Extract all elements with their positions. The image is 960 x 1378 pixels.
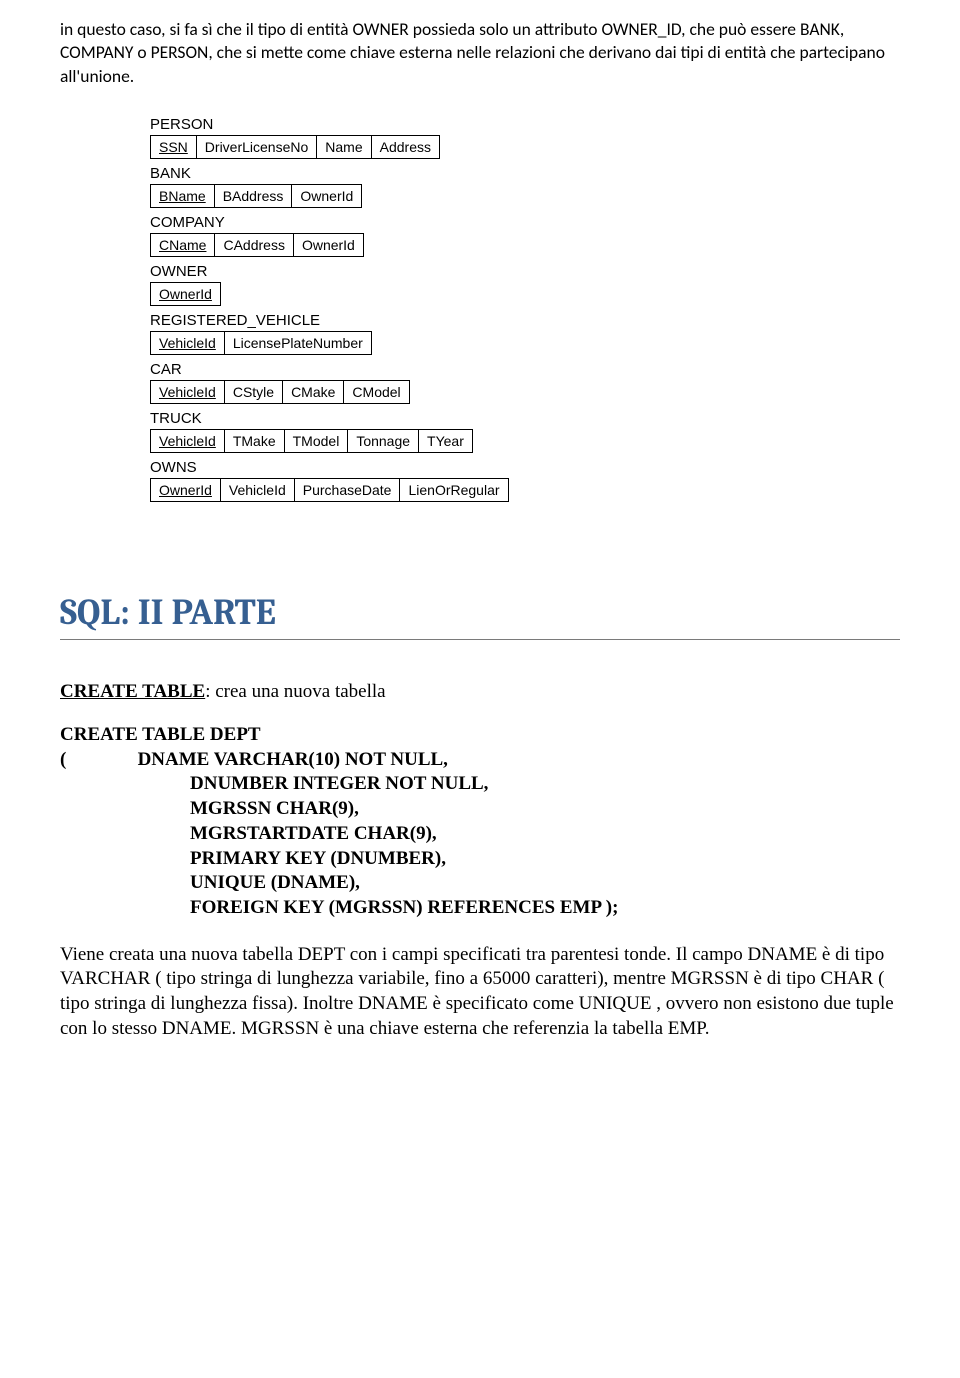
schema-column: PurchaseDate [294,478,401,502]
schema-column: LienOrRegular [399,478,508,502]
schema-table: PERSON SSNDriverLicenseNoNameAddress [150,116,900,159]
schema-column: BName [150,184,215,208]
schema-column: BAddress [214,184,293,208]
schema-column: CAddress [214,233,293,257]
create-table-line: CREATE TABLE: crea una nuova tabella [60,680,900,705]
schema-table: OWNS OwnerIdVehicleIdPurchaseDateLienOrRe… [150,459,900,502]
code-line: FOREIGN KEY (MGRSSN) REFERENCES EMP ); [60,896,900,921]
code-line: ( DNAME VARCHAR(10) NOT NULL, [60,748,900,773]
schema-column: CModel [343,380,409,404]
schema-column: CStyle [224,380,283,404]
schema-table: COMPANY CNameCAddressOwnerId [150,214,900,257]
code-line: CREATE TABLE DEPT [60,723,900,748]
schema-table-row: CNameCAddressOwnerId [150,233,900,257]
schema-column: VehicleId [150,429,225,453]
schema-column: TYear [418,429,473,453]
explanation-paragraph: Viene creata una nuova tabella DEPT con … [60,943,900,1042]
schema-table: REGISTERED_VEHICLE VehicleIdLicensePlateN… [150,312,900,355]
schema-table-row: OwnerIdVehicleIdPurchaseDateLienOrRegula… [150,478,900,502]
schema-column: VehicleId [150,380,225,404]
schema-table-row: VehicleIdLicensePlateNumber [150,331,900,355]
schema-table-name: BANK [150,165,900,182]
schema-column: LicensePlateNumber [224,331,372,355]
code-line: MGRSTARTDATE CHAR(9), [60,822,900,847]
schema-column: TMake [224,429,285,453]
create-table-desc: : crea una nuova tabella [205,681,385,702]
schema-table-name: OWNS [150,459,900,476]
schema-table-row: BNameBAddressOwnerId [150,184,900,208]
schema-column: DriverLicenseNo [196,135,317,159]
create-table-label: CREATE TABLE [60,681,205,702]
schema-table: TRUCK VehicleIdTMakeTModelTonnageTYear [150,410,900,453]
schema-table-row: VehicleIdTMakeTModelTonnageTYear [150,429,900,453]
schema-column: OwnerId [150,282,221,306]
schema-table-row: VehicleIdCStyleCMakeCModel [150,380,900,404]
schema-column: OwnerId [150,478,221,502]
section-heading: SQL: II PARTE [60,592,900,633]
code-line: MGRSSN CHAR(9), [60,797,900,822]
schema-table-name: CAR [150,361,900,378]
schema-column: Name [316,135,371,159]
schema-column: OwnerId [293,233,364,257]
schema-column: CMake [282,380,344,404]
schema-diagram: PERSONSSNDriverLicenseNoNameAddressBANKB… [150,116,900,502]
schema-table-row: OwnerId [150,282,900,306]
code-line: PRIMARY KEY (DNUMBER), [60,847,900,872]
sql-code-block: CREATE TABLE DEPT ( DNAME VARCHAR(10) NO… [60,723,900,921]
schema-column: SSN [150,135,197,159]
schema-table-name: REGISTERED_VEHICLE [150,312,900,329]
schema-table-name: OWNER [150,263,900,280]
schema-column: VehicleId [150,331,225,355]
schema-column: VehicleId [220,478,295,502]
schema-table-row: SSNDriverLicenseNoNameAddress [150,135,900,159]
schema-table: OWNER OwnerId [150,263,900,306]
schema-table-name: TRUCK [150,410,900,427]
intro-paragraph: in questo caso, si fa sì che il tipo di … [60,18,900,89]
schema-table-name: COMPANY [150,214,900,231]
schema-table-name: PERSON [150,116,900,133]
schema-column: TModel [284,429,349,453]
schema-column: Tonnage [347,429,419,453]
schema-column: CName [150,233,215,257]
code-line: DNUMBER INTEGER NOT NULL, [60,772,900,797]
code-line: UNIQUE (DNAME), [60,871,900,896]
schema-column: Address [371,135,440,159]
schema-column: OwnerId [291,184,362,208]
schema-table: BANK BNameBAddressOwnerId [150,165,900,208]
schema-table: CAR VehicleIdCStyleCMakeCModel [150,361,900,404]
heading-rule [60,639,900,640]
